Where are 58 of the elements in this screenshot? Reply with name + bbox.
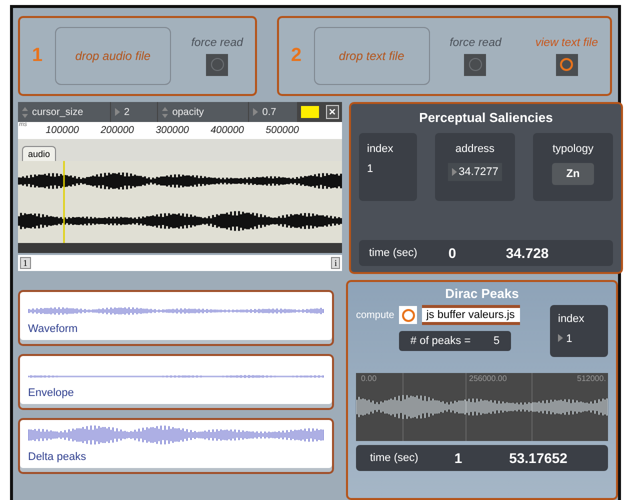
ruler-label: 300000 xyxy=(154,125,189,136)
toggle-label: force read xyxy=(450,36,502,48)
field-label: index xyxy=(558,313,586,325)
index-value[interactable]: 1 xyxy=(558,333,600,345)
color-swatch[interactable] xyxy=(301,106,319,118)
triangle-icon xyxy=(253,108,258,116)
view-card[interactable]: Delta peaks xyxy=(18,418,334,474)
compute-label: compute xyxy=(356,310,394,320)
toggle-label: force read xyxy=(191,36,243,48)
toggle-button[interactable] xyxy=(556,54,578,76)
compute-toggle[interactable] xyxy=(399,306,418,324)
step-number: 1 xyxy=(32,45,43,67)
view-label: Delta peaks xyxy=(28,451,88,463)
ruler-label: 500000 xyxy=(264,125,299,136)
step-number: 2 xyxy=(291,45,302,67)
field-label: index xyxy=(367,143,394,155)
panel-title: Perceptual Saliencies xyxy=(418,110,554,125)
info-button[interactable]: i xyxy=(331,257,340,269)
number-field[interactable]: 0.7 xyxy=(249,102,298,122)
view-card[interactable]: Waveform xyxy=(18,290,334,346)
view-label: Waveform xyxy=(28,323,79,335)
time-start: 0 xyxy=(447,245,458,261)
axis-label: 256000.00 xyxy=(468,374,508,383)
panel-title: Dirac Peaks xyxy=(444,286,520,301)
close-button[interactable]: ✕ xyxy=(326,105,340,119)
number-field[interactable]: 2 xyxy=(111,102,158,122)
page-button[interactable]: 1 xyxy=(20,257,30,269)
triangle-icon xyxy=(452,168,457,176)
time-label: time (sec) xyxy=(370,452,418,464)
time-end: 34.728 xyxy=(504,245,550,261)
view-label: Envelope xyxy=(28,387,75,399)
ruler-label: 200000 xyxy=(100,125,134,136)
toggle-button[interactable] xyxy=(464,54,486,76)
ruler-label: 100000 xyxy=(44,125,79,136)
ruler-label: 400000 xyxy=(210,125,244,136)
field-label: address xyxy=(455,143,495,155)
peaks-display: # of peaks = 5 xyxy=(399,331,511,351)
stepper-icon xyxy=(162,106,168,118)
index-value: 1 xyxy=(367,163,374,175)
field-label: typology xyxy=(552,143,594,155)
script-object[interactable]: js buffer valeurs.js xyxy=(422,305,520,325)
address-field[interactable]: 34.7277 xyxy=(448,163,502,181)
toggle-button[interactable] xyxy=(206,54,228,76)
view-card[interactable]: Envelope xyxy=(18,354,334,410)
attribute-name[interactable]: opacity xyxy=(158,102,248,122)
scrollbar[interactable] xyxy=(18,243,342,253)
time-end: 53.17652 xyxy=(508,450,568,466)
attribute-name[interactable]: cursor_size xyxy=(18,102,110,122)
axis-label: 0.00 xyxy=(360,374,378,383)
axis-label: 512000. xyxy=(576,374,607,383)
typology-button[interactable]: Zn xyxy=(552,163,594,185)
time-start: 1 xyxy=(453,450,464,466)
toggle-label: view text file xyxy=(535,36,598,48)
triangle-icon xyxy=(558,334,563,342)
stepper-icon xyxy=(22,106,28,118)
triangle-icon xyxy=(115,108,120,116)
time-label: time (sec) xyxy=(369,247,418,259)
track-tab[interactable]: audio xyxy=(22,146,56,161)
